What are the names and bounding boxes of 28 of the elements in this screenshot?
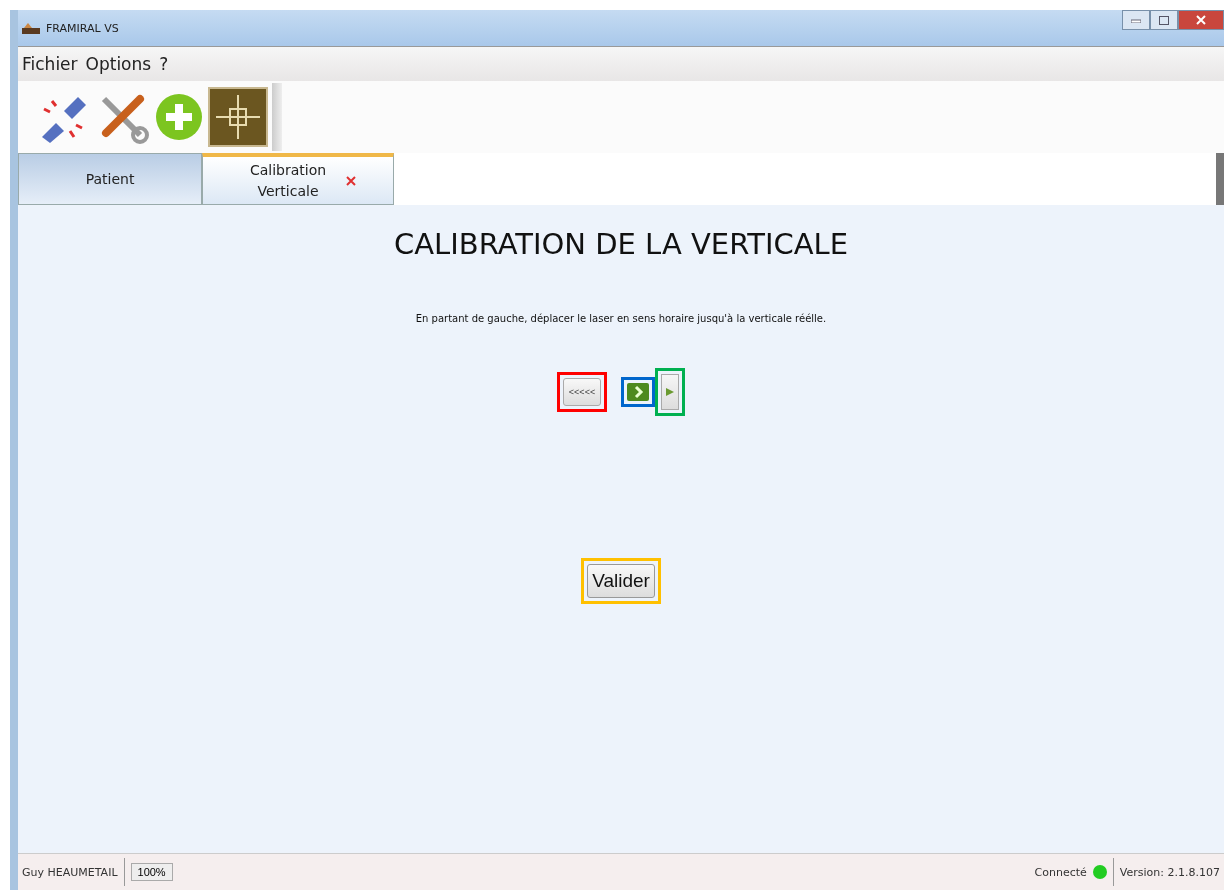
tab[interactable]: Patient [18,153,202,205]
maximize-button[interactable] [1150,10,1178,30]
close-tab-icon[interactable] [346,175,357,186]
minimize-icon [1131,17,1141,23]
page-heading: CALIBRATION DE LA VERTICALE [393,227,848,261]
play-button[interactable] [661,374,680,410]
minimize-button[interactable] [1122,10,1150,30]
window-title: FRAMIRAL VS [46,21,119,35]
toolbar-grip[interactable] [272,83,282,151]
menu-item[interactable]: Fichier [22,54,78,74]
app-icon [22,22,40,34]
close-button[interactable] [1178,10,1224,30]
zoom-button[interactable]: 100% [130,863,173,881]
version-text: Version: 2.1.8.107 [1119,865,1220,879]
connection-status: Connecté [1034,865,1087,879]
menu-item[interactable]: Options [85,54,152,74]
play-icon [665,387,676,397]
maximize-icon [1159,15,1169,25]
rewind-button[interactable]: <<<<< [562,378,602,406]
validate-button[interactable]: Valider [587,564,655,598]
crosshair-icon[interactable] [208,87,268,147]
menu-item[interactable]: ? [159,54,169,74]
tab[interactable]: Calibration Verticale [202,153,394,205]
close-icon [1196,15,1206,25]
instruction-text: En partant de gauche, déplacer le laser en sens horaire jusqu'à la verticale réélle. [415,313,827,324]
user-name: Guy HEAUMETAIL [22,865,118,879]
add-icon[interactable] [154,92,204,142]
step-button-icon[interactable] [627,383,650,401]
